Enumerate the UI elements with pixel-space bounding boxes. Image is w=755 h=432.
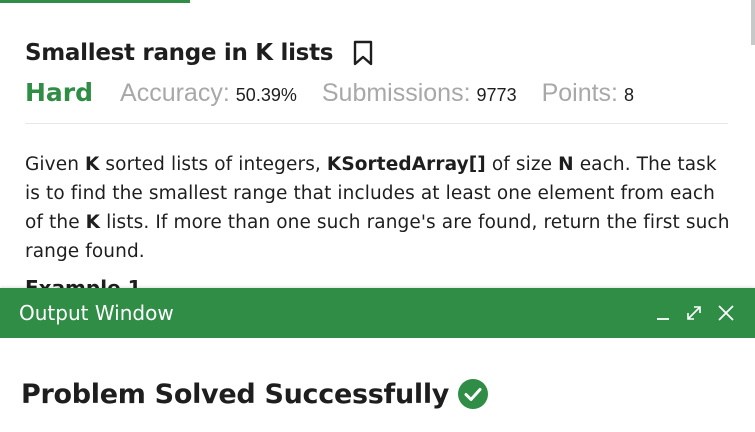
close-icon[interactable] [717, 304, 735, 322]
check-circle-icon [457, 378, 489, 410]
problem-stats: Hard Accuracy: 50.39% Submissions: 9773 … [25, 78, 659, 108]
desc-k: K [85, 212, 101, 233]
output-window-title: Output Window [19, 301, 174, 325]
desc-text: sorted lists of integers, [99, 154, 327, 175]
accuracy-label: Accuracy: [120, 79, 230, 107]
result-message: Problem Solved Successfully [21, 378, 450, 410]
problem-title: Smallest range in K lists [25, 40, 334, 66]
submissions-value: 9773 [476, 85, 517, 105]
window-controls [655, 304, 735, 322]
problem-description: Given K sorted lists of integers, KSorte… [25, 150, 730, 266]
top-progress-accent [0, 0, 190, 3]
expand-icon[interactable] [685, 304, 703, 322]
submissions-label: Submissions: [321, 79, 471, 107]
points-label: Points: [541, 79, 619, 107]
minimize-icon[interactable] [655, 305, 671, 321]
difficulty-badge: Hard [25, 78, 94, 107]
output-window: Output Window Problem Solved Successfull… [0, 288, 755, 432]
scrollbar[interactable] [751, 0, 755, 45]
desc-text: of size [485, 154, 559, 175]
desc-text: lists. If more than one such range's are… [25, 212, 730, 262]
result-row: Problem Solved Successfully [21, 378, 489, 410]
desc-text: Given [25, 154, 86, 175]
points-value: 8 [624, 85, 635, 105]
problem-header: Smallest range in K lists [25, 40, 373, 66]
bookmark-icon[interactable] [353, 40, 373, 66]
divider [25, 123, 728, 124]
desc-k: K [85, 154, 100, 175]
desc-array-name: KSortedArray[] [326, 154, 486, 175]
output-window-header: Output Window [0, 288, 755, 338]
accuracy-value: 50.39% [235, 85, 297, 105]
desc-n: N [558, 154, 574, 175]
